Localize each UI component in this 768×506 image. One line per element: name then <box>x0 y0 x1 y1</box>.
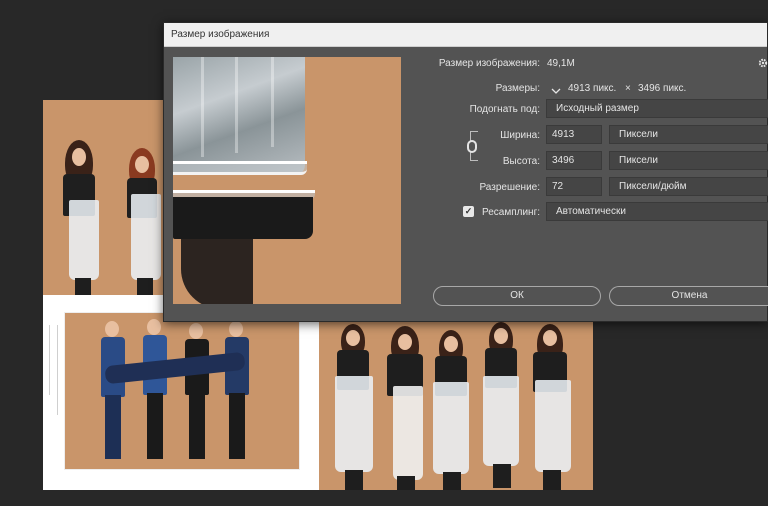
width-unit-select[interactable]: Пиксели <box>609 125 768 144</box>
resolution-input[interactable]: 72 <box>546 177 602 196</box>
image-size-dialog: Размер изображения Размер изображения: 4… <box>163 22 768 322</box>
image-preview[interactable] <box>173 57 401 304</box>
height-input[interactable]: 3496 <box>546 151 602 170</box>
dimensions-height: 3496 пикс. <box>638 83 687 94</box>
resample-select[interactable]: Автоматически <box>546 202 768 221</box>
link-chain-icon[interactable] <box>467 140 477 153</box>
height-label: Высота: <box>502 156 540 167</box>
ok-button[interactable]: ОК <box>433 286 601 306</box>
fit-to-label: Подогнать под: <box>469 104 540 115</box>
decor-line <box>57 325 58 415</box>
image-size-label: Размер изображения: <box>438 58 540 69</box>
photo-girls-bottom-right <box>319 318 593 490</box>
chevron-down-icon[interactable] <box>551 83 561 94</box>
cancel-button[interactable]: Отмена <box>609 286 768 306</box>
image-size-value: 49,1M <box>547 58 575 69</box>
width-input[interactable]: 4913 <box>546 125 602 144</box>
photo-girls-top-left <box>43 100 165 295</box>
resolution-unit-select[interactable]: Пиксели/дюйм <box>609 177 768 196</box>
decor-line <box>49 325 50 395</box>
dimensions-width: 4913 пикс. <box>568 83 617 94</box>
dialog-title[interactable]: Размер изображения <box>164 23 767 47</box>
dimensions-times: × <box>625 83 631 94</box>
fit-to-select[interactable]: Исходный размер <box>546 99 768 118</box>
gear-icon[interactable] <box>758 58 768 71</box>
height-unit-select[interactable]: Пиксели <box>609 151 768 170</box>
resolution-label: Разрешение: <box>479 182 540 193</box>
width-label: Ширина: <box>500 130 540 141</box>
resample-label: Ресамплинг: <box>481 207 540 218</box>
photo-boys-bottom-left <box>64 312 300 470</box>
dimensions-label: Размеры: <box>495 83 540 94</box>
